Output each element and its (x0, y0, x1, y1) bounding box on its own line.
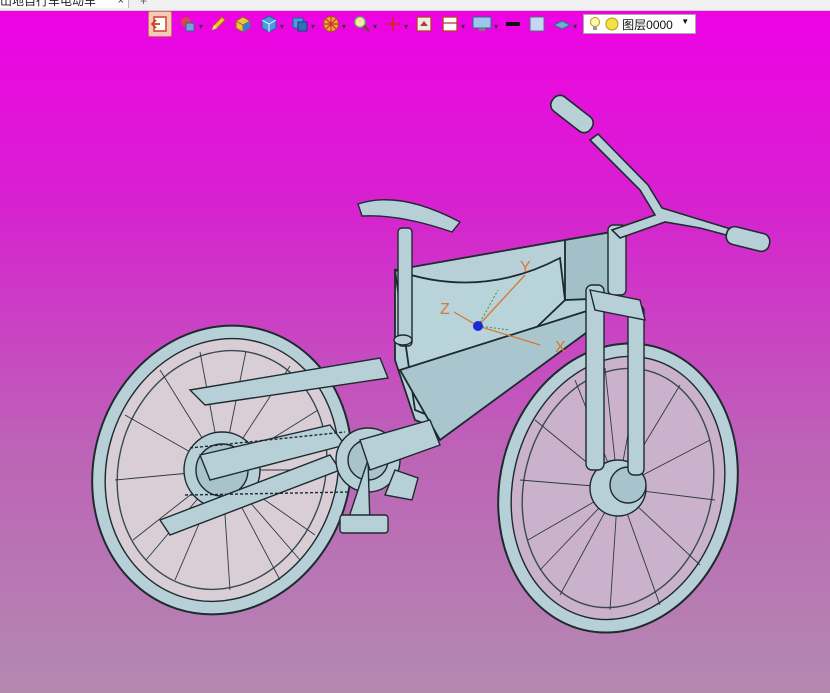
triad-y-label: Y (520, 259, 531, 276)
hide-show-icon (442, 16, 458, 32)
view-orientation-button[interactable]: ▾ (259, 12, 284, 36)
document-tab-title: 山地自行车电动车 (0, 0, 97, 8)
line-color-button[interactable] (504, 12, 522, 36)
section-view-button[interactable] (414, 12, 434, 36)
pencil-icon (211, 16, 226, 31)
cube-view-icon (261, 15, 277, 33)
chevron-down-icon: ▾ (311, 21, 316, 31)
document-tab[interactable]: 山地自行车电动车 × (0, 0, 129, 8)
appearance-wheel-icon (323, 16, 340, 32)
new-tab-button[interactable]: + (140, 0, 147, 8)
chevron-down-icon: ▾ (404, 21, 409, 31)
chevron-down-icon: ▾ (280, 21, 285, 31)
close-tab-icon[interactable]: × (118, 0, 124, 8)
heads-up-view-toolbar: ▾ ▾ ▾ ▾ ▾ ▾ ▾ ▾ ▾ 图层0000 ▼ (148, 11, 752, 37)
cad-application: 山地自行车电动车 × + ▾ ▾ ▾ ▾ ▾ ▾ ▾ ▾ ▾ 图层0000 ▼ … (0, 0, 830, 693)
appearance-button[interactable]: ▾ (321, 12, 346, 36)
triad-button[interactable]: ▾ (383, 12, 408, 36)
box-solid-button[interactable] (233, 12, 253, 36)
graphics-viewport[interactable]: Y X Z (0, 40, 830, 693)
bicycle-model[interactable]: Y X Z (0, 40, 830, 693)
triad-x-label: X (555, 339, 566, 356)
monitor-display-icon (472, 16, 492, 31)
hide-show-button[interactable]: ▾ (440, 12, 465, 36)
display-style-icon (181, 17, 195, 32)
display-style-button[interactable]: ▾ (178, 12, 203, 36)
line-color-icon (506, 22, 521, 26)
box-solid-icon (235, 16, 251, 33)
fill-color-icon (529, 16, 545, 32)
sketch-pencil-button[interactable] (209, 12, 227, 36)
lightbulb-icon[interactable] (588, 16, 602, 32)
chevron-down-icon: ▾ (373, 21, 378, 31)
named-view-icon (292, 17, 308, 32)
section-view-icon (416, 16, 432, 32)
chevron-down-icon: ▾ (199, 21, 204, 31)
triad-axis-icon (386, 17, 401, 31)
chevron-down-icon: ▾ (494, 21, 499, 31)
crankset[interactable] (335, 419, 441, 534)
fill-color-button[interactable] (528, 12, 546, 36)
chevron-down-icon: ▾ (342, 21, 347, 31)
triad-z-label: Z (440, 301, 450, 318)
chevron-down-icon[interactable]: ▼ (681, 17, 689, 26)
chevron-down-icon: ▾ (573, 21, 578, 31)
layer-name: 图层0000 (622, 17, 673, 32)
display-monitor-button[interactable]: ▾ (471, 12, 498, 36)
layer-dropdown[interactable]: 图层0000 ▼ (583, 14, 697, 34)
exit-sketch-icon (150, 16, 167, 32)
layer-plane-button[interactable]: ▾ (552, 12, 577, 36)
zoom-button[interactable]: ▾ (352, 12, 377, 36)
sun-icon[interactable] (604, 16, 620, 32)
handlebar[interactable] (548, 92, 772, 253)
document-tab-bar: 山地自行车电动车 × + (0, 0, 830, 11)
zoom-icon (353, 15, 370, 32)
layer-plane-icon (553, 20, 572, 30)
exit-sketch-button[interactable] (148, 11, 172, 37)
chevron-down-icon: ▾ (461, 21, 466, 31)
named-views-button[interactable]: ▾ (290, 12, 315, 36)
